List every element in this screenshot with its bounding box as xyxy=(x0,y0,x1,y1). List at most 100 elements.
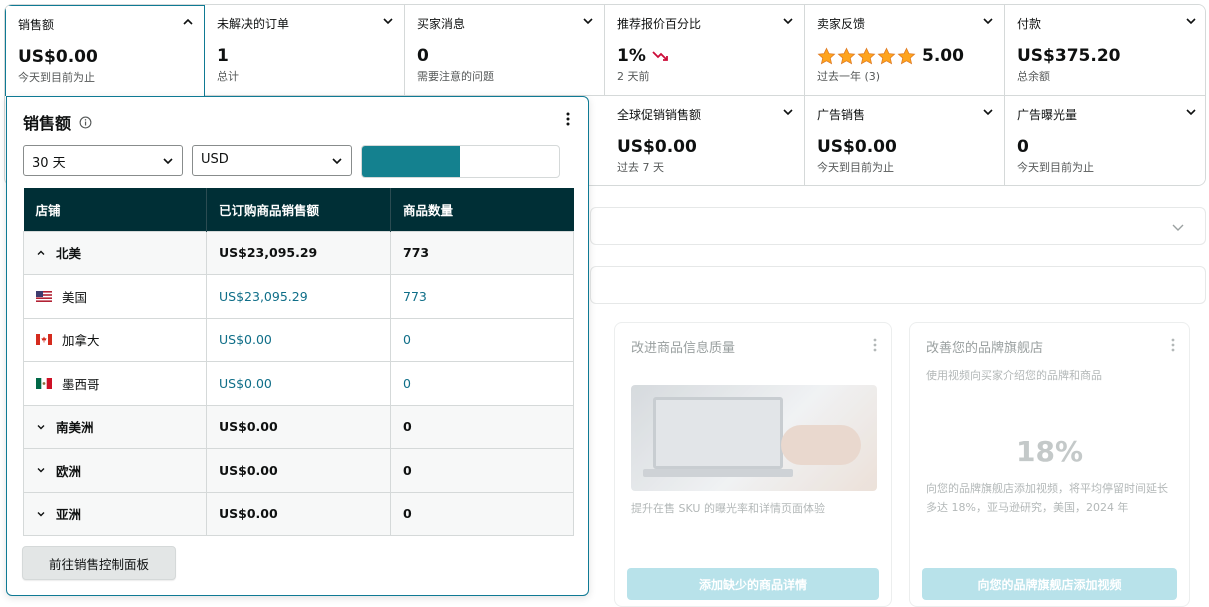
region-name: 北美 xyxy=(56,246,82,262)
table-cell: 0 xyxy=(390,448,574,493)
chevron-up-icon[interactable] xyxy=(36,248,46,258)
table-cell: US$0.00 xyxy=(206,361,391,406)
tile-value-text: US$375.20 xyxy=(1017,46,1121,66)
info-icon[interactable] xyxy=(79,116,92,129)
tile-subtitle: 总余额 xyxy=(1017,70,1050,83)
tile-value: 0 xyxy=(417,46,592,66)
tile-buyer-messages[interactable]: 买家消息 0 需要注意的问题 xyxy=(405,5,605,96)
table-cell: 773 xyxy=(390,274,574,319)
star-icon xyxy=(837,47,856,64)
canada-flag-icon xyxy=(36,334,52,346)
chevron-down-icon xyxy=(1172,224,1184,231)
table-row: 加拿大 US$0.00 0 xyxy=(23,317,574,362)
tile-value-text: 0 xyxy=(1017,137,1029,157)
tile-value-text: 1% xyxy=(617,46,646,66)
tile-value: US$375.20 xyxy=(1017,46,1195,66)
tile-featured-offer[interactable]: 推荐报价百分比 1% 2 天前 xyxy=(605,5,805,96)
more-options-icon[interactable] xyxy=(566,111,570,127)
country-name: 墨西哥 xyxy=(62,376,100,392)
go-to-sales-dashboard-button[interactable]: 前往销售控制面板 xyxy=(22,546,176,580)
star-icon xyxy=(897,47,916,64)
tile-seller-feedback[interactable]: 卖家反馈 5.00 过去一年 (3) xyxy=(805,5,1005,96)
rating-stars xyxy=(817,47,916,66)
card-subtitle: 使用视频向买家介绍您的品牌和商品 xyxy=(926,369,1102,382)
mexico-flag-icon xyxy=(36,377,52,389)
view-toggle-selected[interactable] xyxy=(362,146,460,177)
chevron-down-icon xyxy=(1186,18,1196,25)
star-icon xyxy=(817,47,836,64)
chevron-down-icon xyxy=(163,158,173,165)
table-cell: US$23,095.29 xyxy=(206,230,391,275)
table-cell: US$0.00 xyxy=(206,317,391,362)
tile-value-text: 1 xyxy=(217,46,229,66)
tile-value-text: US$0.00 xyxy=(617,137,697,157)
tile-ad-impressions[interactable]: 广告曝光量 0 今天到目前为止 xyxy=(1005,96,1205,185)
period-value: 30 天 xyxy=(32,156,66,171)
table-header-row: 店铺 已订购商品销售额 商品数量 xyxy=(23,188,574,231)
card-description: 提升在售 SKU 的曝光率和详情页面体验 xyxy=(631,502,825,515)
chevron-down-icon[interactable] xyxy=(36,465,46,475)
table-cell: 0 xyxy=(390,491,574,536)
tile-subtitle: 总计 xyxy=(217,70,239,83)
chevron-down-icon xyxy=(983,18,993,25)
tile-value-text: 0 xyxy=(417,46,429,66)
sales-table: 店铺 已订购商品销售额 商品数量 北美 US$23,095.29 773 美国 … xyxy=(23,188,574,536)
chevron-down-icon xyxy=(332,158,342,165)
tile-value: 5.00 xyxy=(817,46,992,66)
tile-value: US$0.00 xyxy=(817,137,992,157)
period-select[interactable]: 30 天 xyxy=(23,145,183,176)
table-row[interactable]: 南美洲 US$0.00 0 xyxy=(23,404,574,449)
table-cell: 北美 xyxy=(23,230,207,275)
tile-open-orders[interactable]: 未解决的订单 1 总计 xyxy=(205,5,405,96)
country-name: 美国 xyxy=(62,289,88,305)
more-options-icon[interactable] xyxy=(1171,337,1175,353)
table-cell: 墨西哥 xyxy=(23,361,207,406)
tile-subtitle: 今天到目前为止 xyxy=(1017,161,1094,174)
col-header-store: 店铺 xyxy=(23,188,207,231)
tile-subtitle: 今天到目前为止 xyxy=(817,161,894,174)
view-toggle[interactable] xyxy=(361,145,560,178)
table-row[interactable]: 北美 US$23,095.29 773 xyxy=(23,230,574,275)
collapsed-section[interactable] xyxy=(590,207,1206,245)
chevron-down-icon xyxy=(1186,109,1196,116)
star-icon xyxy=(857,47,876,64)
table-cell: 亚洲 xyxy=(23,491,207,536)
tile-global-promotions[interactable]: 全球促销销售额 US$0.00 过去 7 天 xyxy=(605,96,805,185)
table-cell: US$0.00 xyxy=(206,448,391,493)
col-header-sales: 已订购商品销售额 xyxy=(206,188,391,231)
tile-subtitle: 需要注意的问题 xyxy=(417,70,494,83)
chevron-down-icon xyxy=(383,18,393,25)
region-name: 南美洲 xyxy=(56,420,94,436)
tile-subtitle: 今天到目前为止 xyxy=(18,71,95,84)
table-cell: 773 xyxy=(390,230,574,275)
tile-value: 1% xyxy=(617,46,792,66)
chevron-down-icon[interactable] xyxy=(36,509,46,519)
tile-sales[interactable]: 销售额 US$0.00 今天到目前为止 xyxy=(5,5,205,96)
tile-value: US$0.00 xyxy=(18,47,192,67)
currency-select[interactable]: USD xyxy=(192,145,352,176)
tile-subtitle: 过去 7 天 xyxy=(617,161,664,174)
tile-payments[interactable]: 付款 US$375.20 总余额 xyxy=(1005,5,1205,96)
table-row[interactable]: 欧洲 US$0.00 0 xyxy=(23,448,574,493)
currency-value: USD xyxy=(201,152,229,167)
more-options-icon[interactable] xyxy=(873,337,877,353)
col-header-quantity: 商品数量 xyxy=(390,188,574,231)
tile-value-text: US$0.00 xyxy=(18,47,98,67)
table-row: 美国 US$23,095.29 773 xyxy=(23,274,574,319)
popover-title: 销售额 xyxy=(23,114,72,133)
add-brand-video-button[interactable]: 向您的品牌旗舰店添加视频 xyxy=(922,568,1177,600)
table-cell: 美国 xyxy=(23,274,207,319)
tile-value: US$0.00 xyxy=(617,137,792,157)
tile-title: 付款 xyxy=(1017,17,1042,31)
card-description: 向您的品牌旗舰店添加视频，将平均停留时间延长多达 18%，亚马逊研究，美国，20… xyxy=(926,482,1168,514)
region-name: 欧洲 xyxy=(56,463,82,479)
chevron-down-icon[interactable] xyxy=(36,422,46,432)
region-name: 亚洲 xyxy=(56,507,82,523)
seller-central-dashboard: 销售额 US$0.00 今天到目前为止 未解决的订单 1 总计 买家消息 0 需… xyxy=(0,0,1209,607)
table-row[interactable]: 亚洲 US$0.00 0 xyxy=(23,491,574,536)
tile-ad-sales[interactable]: 广告销售 US$0.00 今天到目前为止 xyxy=(805,96,1005,185)
chevron-down-icon xyxy=(783,18,793,25)
add-listing-details-button[interactable]: 添加缺少的商品详情 xyxy=(627,568,879,600)
country-name: 加拿大 xyxy=(62,333,100,349)
section-header xyxy=(590,266,1206,304)
